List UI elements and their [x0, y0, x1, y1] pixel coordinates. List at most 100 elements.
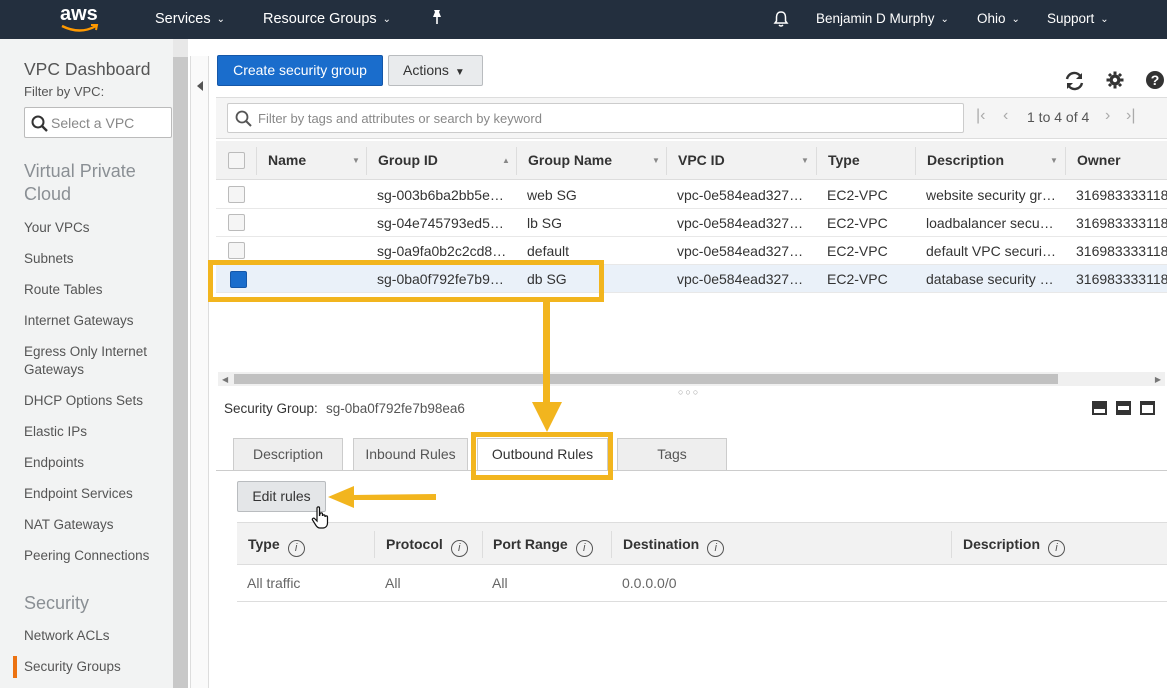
- last-page-icon[interactable]: ›|: [1126, 107, 1135, 125]
- sidebar-item-egress-only-internet-gateways[interactable]: Egress Only Internet Gateways: [24, 343, 169, 379]
- sort-icon[interactable]: ▼: [801, 156, 809, 165]
- row-checkbox[interactable]: [228, 242, 245, 259]
- column-separator: [1065, 147, 1066, 175]
- actions-dropdown-button[interactable]: Actions ▼: [388, 55, 483, 86]
- cell-description: default VPC securi…: [926, 243, 1056, 259]
- search-icon: [235, 110, 252, 127]
- sidebar-scrollbar[interactable]: [173, 57, 188, 688]
- aws-logo[interactable]: aws: [58, 3, 102, 35]
- panel-layout-bottom-icon[interactable]: [1092, 401, 1107, 415]
- user-menu[interactable]: Benjamin D Murphy ⌄: [816, 11, 949, 26]
- rule-type: All traffic: [247, 575, 301, 591]
- scroll-left-icon[interactable]: ◀: [222, 375, 228, 384]
- next-page-icon[interactable]: ›: [1105, 107, 1110, 125]
- table-row[interactable]: sg-04e745793ed5… lb SG vpc-0e584ead327… …: [216, 209, 1167, 237]
- sort-ascending-icon[interactable]: ▲: [502, 156, 510, 165]
- info-icon[interactable]: i: [575, 540, 593, 557]
- row-checkbox[interactable]: [228, 214, 245, 231]
- region-menu[interactable]: Ohio ⌄: [977, 11, 1020, 26]
- column-header-name[interactable]: Name: [268, 152, 306, 168]
- sidebar-item-elastic-ips[interactable]: Elastic IPs: [24, 423, 169, 441]
- section-virtual-private-cloud: Virtual Private Cloud: [24, 161, 136, 204]
- hand-cursor-icon: [311, 506, 329, 529]
- first-page-icon[interactable]: |‹: [976, 107, 985, 125]
- gear-icon[interactable]: [1106, 71, 1124, 89]
- tab-tags[interactable]: Tags: [617, 438, 727, 470]
- rules-column-port-range: Port Range i: [493, 536, 593, 557]
- pin-icon[interactable]: [430, 9, 444, 29]
- column-separator: [482, 531, 483, 558]
- sidebar-item-peering-connections[interactable]: Peering Connections: [24, 547, 169, 565]
- select-all-checkbox[interactable]: [228, 152, 245, 169]
- pagination-text: 1 to 4 of 4: [1027, 109, 1090, 125]
- highlight-selected-row: [208, 260, 604, 302]
- sidebar-title[interactable]: VPC Dashboard: [24, 59, 150, 80]
- vpc-select-input[interactable]: Select a VPC: [24, 107, 172, 138]
- tab-divider: [216, 470, 1167, 471]
- resource-groups-menu[interactable]: Resource Groups ⌄: [263, 11, 391, 27]
- sidebar-item-route-tables[interactable]: Route Tables: [24, 281, 169, 299]
- sidebar-item-endpoints[interactable]: Endpoints: [24, 454, 169, 472]
- cell-owner: 316983333118: [1076, 187, 1167, 203]
- info-icon[interactable]: i: [450, 540, 468, 557]
- sort-icon[interactable]: ▼: [1050, 156, 1058, 165]
- services-menu[interactable]: Services ⌄: [155, 11, 225, 27]
- sidebar-collapse-handle[interactable]: [190, 56, 209, 688]
- column-header-type[interactable]: Type: [828, 152, 860, 168]
- down-arrow-icon: [532, 298, 562, 432]
- panel-layout-split-icon[interactable]: [1116, 401, 1131, 415]
- tab-inbound-rules[interactable]: Inbound Rules: [353, 438, 468, 470]
- support-menu[interactable]: Support ⌄: [1047, 11, 1109, 26]
- sidebar-item-endpoint-services[interactable]: Endpoint Services: [24, 485, 169, 503]
- column-separator: [816, 147, 817, 175]
- row-checkbox[interactable]: [228, 186, 245, 203]
- resize-handle-icon[interactable]: ○○○: [678, 387, 700, 397]
- cell-group-id: sg-04e745793ed5…: [377, 215, 504, 231]
- rules-column-description: Description i: [963, 536, 1066, 557]
- sort-icon[interactable]: ▼: [652, 156, 660, 165]
- sidebar-item-dhcp-options-sets[interactable]: DHCP Options Sets: [24, 392, 169, 410]
- rules-table-header: Type i Protocol i Port Range i Destination i…: [237, 522, 1167, 565]
- sidebar-item-network-acls[interactable]: Network ACLs: [24, 627, 169, 645]
- highlight-outbound-tab: [471, 432, 613, 480]
- sidebar-scrollbar-top[interactable]: [173, 39, 188, 57]
- rules-column-protocol: Protocol i: [386, 536, 468, 557]
- cell-vpc-id[interactable]: vpc-0e584ead327…: [677, 271, 803, 287]
- info-icon[interactable]: i: [1048, 540, 1066, 557]
- info-icon[interactable]: i: [707, 540, 725, 557]
- scrollbar-thumb[interactable]: [234, 374, 1058, 384]
- chevron-down-icon: ⌄: [1011, 14, 1020, 25]
- help-icon[interactable]: ?: [1145, 70, 1165, 90]
- aws-smile-icon: [61, 24, 99, 32]
- sidebar-item-security-groups[interactable]: Security Groups: [24, 658, 169, 676]
- column-header-group-name[interactable]: Group Name: [528, 152, 612, 168]
- column-header-owner[interactable]: Owner: [1077, 152, 1121, 168]
- sidebar-item-nat-gateways[interactable]: NAT Gateways: [24, 516, 169, 534]
- cell-type: EC2-VPC: [827, 243, 888, 259]
- table-row[interactable]: sg-003b6ba2bb5e… web SG vpc-0e584ead327……: [216, 181, 1167, 209]
- sidebar-item-internet-gateways[interactable]: Internet Gateways: [24, 312, 169, 330]
- prev-page-icon[interactable]: ‹: [1003, 107, 1008, 125]
- info-icon[interactable]: i: [287, 540, 305, 557]
- table-horizontal-scrollbar[interactable]: ◀ ▶: [218, 372, 1165, 386]
- bell-icon[interactable]: [773, 10, 789, 32]
- create-security-group-button[interactable]: Create security group: [217, 55, 383, 86]
- column-header-description[interactable]: Description: [927, 152, 1004, 168]
- sort-icon[interactable]: ▼: [352, 156, 360, 165]
- column-header-vpc-id[interactable]: VPC ID: [678, 152, 725, 168]
- filter-search-input[interactable]: Filter by tags and attributes or search …: [227, 103, 964, 133]
- sidebar-item-subnets[interactable]: Subnets: [24, 250, 169, 268]
- cell-group-id: sg-0a9fa0b2c2cd8…: [377, 243, 507, 259]
- cell-vpc-id[interactable]: vpc-0e584ead327…: [677, 215, 803, 231]
- sidebar-item-your-vpcs[interactable]: Your VPCs: [24, 219, 169, 237]
- cell-vpc-id[interactable]: vpc-0e584ead327…: [677, 187, 803, 203]
- cell-vpc-id[interactable]: vpc-0e584ead327…: [677, 243, 803, 259]
- chevron-down-icon: ⌄: [1100, 14, 1109, 25]
- column-header-group-id[interactable]: Group ID: [378, 152, 438, 168]
- section-security: Security: [24, 593, 90, 613]
- scroll-right-icon[interactable]: ▶: [1155, 375, 1161, 384]
- panel-layout-full-icon[interactable]: [1140, 401, 1155, 415]
- column-separator: [366, 147, 367, 175]
- refresh-icon[interactable]: [1064, 71, 1085, 91]
- tab-description[interactable]: Description: [233, 438, 343, 470]
